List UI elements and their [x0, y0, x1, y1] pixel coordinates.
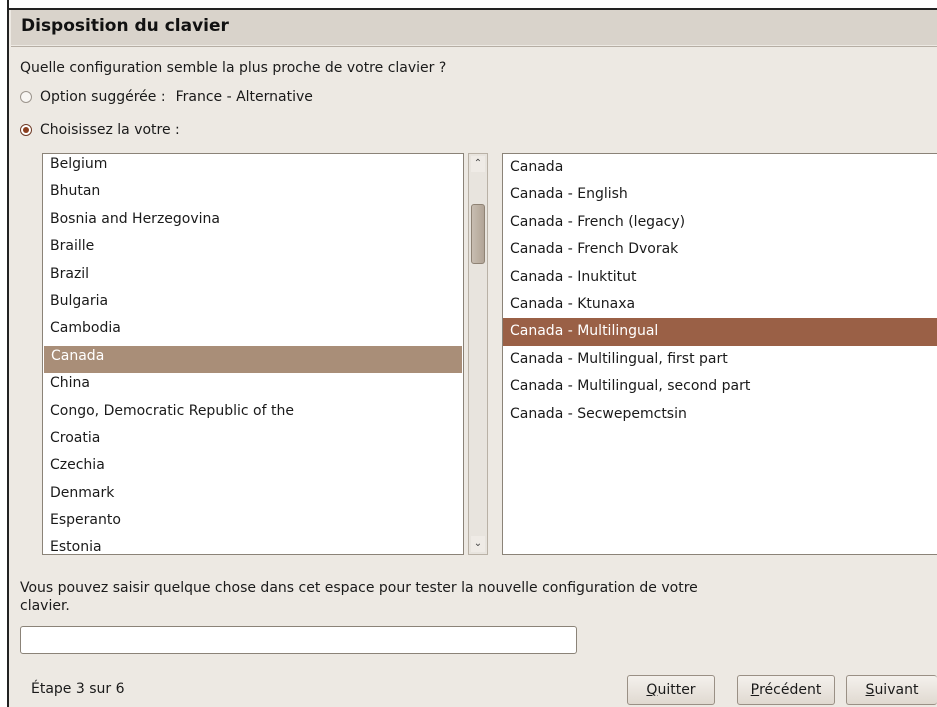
- country-list-item[interactable]: Braille: [43, 236, 463, 263]
- choose-option-label[interactable]: Choisissez la votre :: [40, 122, 180, 138]
- variant-list-item[interactable]: Canada - Inuktitut: [503, 264, 937, 291]
- next-mnemonic: S: [865, 682, 875, 698]
- keyboard-test-input[interactable]: [20, 626, 577, 654]
- country-list-item[interactable]: China: [43, 373, 463, 400]
- variant-list-item[interactable]: Canada - Multilingual, second part: [503, 373, 937, 400]
- country-list-item[interactable]: Croatia: [43, 428, 463, 455]
- suggested-option-label[interactable]: Option suggérée :: [40, 89, 166, 105]
- variant-list-item[interactable]: Canada: [503, 154, 937, 181]
- variant-list-item[interactable]: Canada - French Dvorak: [503, 236, 937, 263]
- question-label: Quelle configuration semble la plus proc…: [20, 60, 447, 76]
- test-hint-text: Vous pouvez saisir quelque chose dans ce…: [20, 580, 698, 614]
- country-list-item[interactable]: Estonia: [43, 537, 463, 554]
- country-list-item[interactable]: Denmark: [43, 483, 463, 510]
- previous-label: récédent: [759, 682, 822, 698]
- country-list-item[interactable]: Bhutan: [43, 181, 463, 208]
- quit-mnemonic: Q: [646, 682, 658, 698]
- suggested-option-value: France - Alternative: [175, 89, 313, 105]
- country-list-item[interactable]: Esperanto: [43, 510, 463, 537]
- country-list-item[interactable]: Congo, Democratic Republic of the: [43, 401, 463, 428]
- country-list-item[interactable]: Czechia: [43, 455, 463, 482]
- choose-option-row[interactable]: Choisissez la votre :: [20, 122, 190, 138]
- quit-button[interactable]: Quitter: [627, 675, 715, 705]
- country-list-item[interactable]: Belgium: [43, 154, 463, 181]
- scroll-thumb[interactable]: [471, 204, 485, 264]
- country-list-scrollbar[interactable]: ⌃ ⌄: [468, 153, 488, 555]
- page-title: Disposition du clavier: [21, 16, 229, 36]
- previous-button[interactable]: Précédent: [737, 675, 835, 705]
- variant-list[interactable]: Canada Canada - English Canada - French (l…: [502, 153, 937, 555]
- variant-list-item[interactable]: Canada - Multilingual, first part: [503, 346, 937, 373]
- variant-list-item[interactable]: Canada - English: [503, 181, 937, 208]
- choose-radio[interactable]: [20, 124, 32, 136]
- country-list-item[interactable]: Cambodia: [43, 318, 463, 345]
- step-indicator: Étape 3 sur 6: [31, 681, 125, 697]
- quit-label: uitter: [657, 682, 696, 698]
- variant-list-item[interactable]: Canada - Ktunaxa: [503, 291, 937, 318]
- country-list-item[interactable]: Bosnia and Herzegovina: [43, 209, 463, 236]
- suggested-radio[interactable]: [20, 91, 32, 103]
- country-list[interactable]: Belgium Bhutan Bosnia and Herzegovina Brail…: [42, 153, 464, 555]
- window-frame-left: [0, 0, 9, 707]
- next-button[interactable]: Suivant: [846, 675, 937, 705]
- previous-mnemonic: P: [750, 682, 760, 698]
- variant-list-item[interactable]: Canada - French (legacy): [503, 209, 937, 236]
- next-label: uivant: [874, 682, 919, 698]
- window-frame-top: [9, 0, 937, 10]
- variant-list-item[interactable]: Canada - Multilingual: [503, 318, 937, 346]
- country-list-item[interactable]: Bulgaria: [43, 291, 463, 318]
- variant-list-item[interactable]: Canada - Secwepemctsin: [503, 401, 937, 428]
- country-list-item[interactable]: Brazil: [43, 264, 463, 291]
- country-list-item[interactable]: Canada: [44, 345, 462, 374]
- header-divider: [11, 46, 937, 47]
- scroll-down-arrow-icon[interactable]: ⌄: [471, 536, 485, 552]
- scroll-up-arrow-icon[interactable]: ⌃: [471, 156, 485, 172]
- suggested-option-row[interactable]: Option suggérée : France - Alternative: [20, 89, 313, 105]
